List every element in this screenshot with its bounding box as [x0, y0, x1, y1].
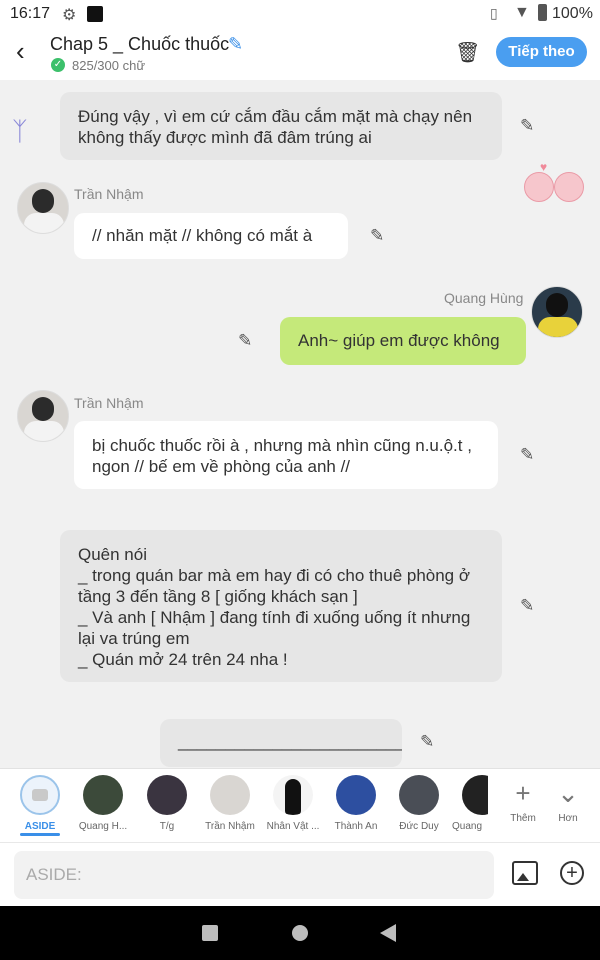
character-label: Nhân Vật ... — [266, 821, 320, 832]
add-icon[interactable]: + — [560, 861, 584, 885]
system-nav-bar — [0, 906, 600, 960]
character-label: Quang H... — [78, 821, 128, 832]
edit-pencil-icon[interactable]: ✎ — [238, 331, 252, 351]
edit-title-icon[interactable]: ✎ — [228, 34, 243, 55]
message-text: // nhăn mặt // không có mắt à — [92, 226, 313, 245]
edit-pencil-icon[interactable]: ✎ — [420, 732, 434, 752]
ribbon-sticker-icon: ᛉ — [12, 116, 28, 146]
character-label: Đức Duy — [399, 821, 439, 832]
character-item[interactable]: Quang — [452, 775, 488, 832]
status-time: 16:17 — [10, 5, 51, 22]
battery-icon — [538, 4, 547, 21]
character-label: Thành An — [334, 821, 378, 832]
character-aside[interactable]: ASIDE — [10, 775, 70, 832]
avatar[interactable] — [17, 390, 69, 442]
character-avatar — [336, 775, 376, 815]
message-line: _ Quán mở 24 trên 24 nha ! — [78, 650, 288, 669]
gear-icon: ⚙ — [62, 7, 77, 24]
aside-icon — [20, 775, 60, 815]
aside-message[interactable]: Quên nói _ trong quán bar mà em hay đi c… — [60, 530, 502, 682]
edit-pencil-icon[interactable]: ✎ — [520, 445, 534, 465]
message-bubble[interactable]: Anh~ giúp em được không — [280, 317, 526, 365]
back-arrow-icon[interactable]: ‹ — [16, 38, 25, 64]
plus-icon: + — [515, 778, 531, 808]
character-avatar — [83, 775, 123, 815]
edit-pencil-icon[interactable]: ✎ — [370, 226, 384, 246]
message-line: Quên nói — [78, 545, 147, 564]
character-item[interactable]: Thành An — [326, 775, 386, 832]
chevron-down-icon: ⌄ — [557, 778, 579, 808]
character-label: ASIDE — [24, 821, 56, 832]
chapter-title[interactable]: Chap 5 _ Chuốc thuốc — [50, 34, 229, 55]
next-button[interactable]: Tiếp theo — [496, 37, 587, 67]
character-avatar — [147, 775, 187, 815]
character-avatar — [273, 775, 313, 815]
more-label: Hơn — [558, 813, 578, 824]
image-icon[interactable] — [512, 861, 538, 885]
aside-message[interactable]: ________________________ — [160, 719, 402, 767]
aside-message[interactable]: Đúng vậy , vì em cứ cắm đầu cắm mặt mà c… — [60, 92, 502, 160]
avatar[interactable] — [531, 286, 583, 338]
check-icon: ✓ — [51, 58, 65, 72]
add-character-button[interactable]: + Thêm — [503, 779, 543, 824]
character-label: T/g — [159, 821, 175, 832]
home-icon[interactable] — [292, 925, 308, 941]
message-text: Anh~ giúp em được không — [298, 331, 500, 350]
message-line: _ Và anh [ Nhậm ] đang tính đi xuống uốn… — [78, 608, 471, 648]
selected-indicator — [20, 833, 60, 836]
character-avatar — [399, 775, 439, 815]
message-bubble[interactable]: // nhăn mặt // không có mắt à — [74, 213, 348, 259]
avatar[interactable] — [17, 182, 69, 234]
character-dock: ASIDE Quang H... T/g Trần Nhậm Nhân Vật … — [0, 768, 600, 842]
add-label: Thêm — [510, 813, 536, 824]
character-avatar — [210, 775, 250, 815]
notification-icon — [87, 6, 103, 22]
character-item[interactable]: Nhân Vật ... — [263, 775, 323, 832]
word-count: 825/300 chữ — [72, 58, 146, 73]
message-text: ________________________ — [178, 732, 402, 751]
character-item[interactable]: Quang H... — [73, 775, 133, 832]
composer: + — [0, 842, 600, 906]
wifi-icon: ▼ — [514, 4, 530, 21]
battery-percent: 100% — [552, 5, 593, 22]
edit-pencil-icon[interactable]: ✎ — [520, 116, 534, 136]
message-text: Đúng vậy , vì em cứ cắm đầu cắm mặt mà c… — [78, 107, 473, 147]
back-icon[interactable] — [380, 924, 396, 942]
edit-pencil-icon[interactable]: ✎ — [520, 596, 534, 616]
message-input[interactable] — [14, 851, 494, 899]
character-item[interactable]: Trần Nhậm — [200, 775, 260, 832]
message-text: bị chuốc thuốc rồi à , nhưng mà nhìn cũn… — [92, 436, 472, 476]
more-button[interactable]: ⌄ Hơn — [548, 779, 588, 824]
chat-area[interactable]: ᛉ ♥ Đúng vậy , vì em cứ cắm đầu cắm mặt … — [0, 80, 600, 768]
speaker-name: Quang Hùng — [444, 290, 524, 306]
vibrate-icon: ▯ — [490, 5, 498, 21]
message-line: _ trong quán bar mà em hay đi có cho thu… — [78, 566, 471, 606]
speaker-name: Trần Nhậm — [74, 395, 144, 411]
character-avatar — [462, 775, 488, 815]
status-bar: 16:17 ⚙ ▯ ▼ 100% — [0, 0, 600, 28]
speaker-name: Trần Nhậm — [74, 186, 144, 202]
character-label: Trần Nhậm — [205, 821, 255, 832]
trash-icon[interactable]: 🗑 — [455, 40, 480, 65]
recents-icon[interactable] — [202, 925, 218, 941]
pig-sticker-icon: ♥ — [522, 160, 586, 208]
message-bubble[interactable]: bị chuốc thuốc rồi à , nhưng mà nhìn cũn… — [74, 421, 498, 489]
app-header: ‹ Chap 5 _ Chuốc thuốc ✎ ✓ 825/300 chữ 🗑… — [0, 28, 600, 80]
character-label: Quang — [452, 821, 483, 832]
character-item[interactable]: T/g — [137, 775, 197, 832]
character-item[interactable]: Đức Duy — [389, 775, 449, 832]
